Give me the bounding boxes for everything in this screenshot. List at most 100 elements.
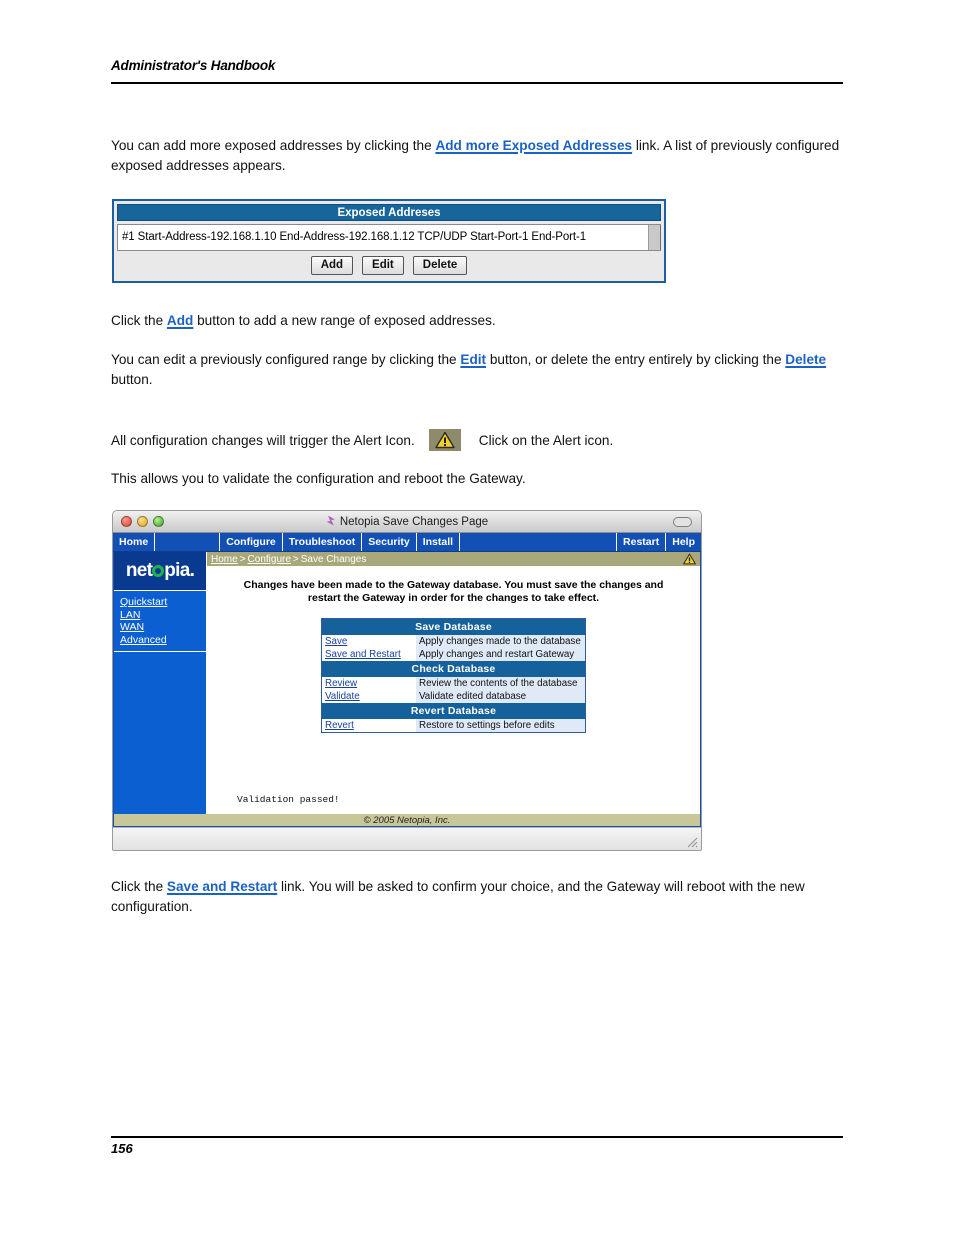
alert-icon bbox=[428, 429, 461, 451]
exposed-addresses-button-row: Add Edit Delete bbox=[117, 256, 661, 275]
running-head: Administrator's Handbook bbox=[111, 58, 276, 73]
nav-item-restart[interactable]: Restart bbox=[616, 533, 666, 551]
exposed-addresses-panel: Exposed Addreses #1 Start-Address-192.16… bbox=[112, 199, 666, 283]
link-save-and-restart[interactable]: Save and Restart bbox=[325, 649, 401, 660]
page-footer: © 2005 Netopia, Inc. bbox=[113, 814, 701, 827]
exposed-addresses-listbox[interactable]: #1 Start-Address-192.168.1.10 End-Addres… bbox=[117, 224, 661, 251]
logo-text-pre: net bbox=[125, 560, 153, 581]
cell-link-save: Save bbox=[321, 635, 416, 648]
paragraph-add: Click the Add button to add a new range … bbox=[111, 311, 845, 331]
alert-triangle-icon bbox=[435, 431, 455, 449]
nav-item-configure[interactable]: Configure bbox=[220, 533, 283, 551]
section-header-revert-database: Revert Database bbox=[321, 703, 586, 719]
save-changes-notice: Changes have been made to the Gateway da… bbox=[207, 566, 700, 605]
paragraph-alert-text-a: All configuration changes will trigger t… bbox=[111, 433, 415, 448]
link-add[interactable]: Add bbox=[167, 313, 193, 328]
paragraph-allows: This allows you to validate the configur… bbox=[111, 471, 526, 486]
cell-link-validate: Validate bbox=[321, 690, 416, 703]
window-statusbar bbox=[113, 827, 701, 850]
sidebar-item-wan[interactable]: WAN bbox=[120, 621, 206, 634]
netopia-logo-text: net pia. bbox=[125, 560, 195, 582]
table-section-header-row: Revert Database bbox=[321, 703, 586, 719]
exposed-addresses-scrollbar[interactable] bbox=[648, 225, 661, 250]
add-button[interactable]: Add bbox=[310, 256, 354, 275]
delete-button[interactable]: Delete bbox=[412, 256, 468, 275]
notice-line-2: restart the Gateway in order for the cha… bbox=[307, 592, 600, 604]
validation-message: Validation passed! bbox=[237, 794, 340, 805]
link-edit[interactable]: Edit bbox=[460, 352, 486, 367]
nav-item-home[interactable]: Home bbox=[113, 533, 156, 551]
nav-item-help[interactable]: Help bbox=[665, 533, 701, 551]
table-row: Save Apply changes made to the database bbox=[321, 635, 586, 648]
logo-text-post: pia. bbox=[164, 560, 195, 581]
breadcrumb-sep-1: > bbox=[239, 553, 246, 565]
site-sidebar: net pia. Quickstart LAN WAN Advanced bbox=[114, 552, 207, 814]
paragraph-intro: You can add more exposed addresses by cl… bbox=[111, 136, 845, 176]
site-navbar: Home Configure Troubleshoot Security Ins… bbox=[113, 533, 701, 552]
paragraph-edit-text-b: button, or delete the entry entirely by … bbox=[486, 352, 786, 367]
table-row: Revert Restore to settings before edits bbox=[321, 719, 586, 733]
breadcrumb-bar: Home > Configure > Save Changes bbox=[207, 552, 700, 566]
sidebar-item-quickstart[interactable]: Quickstart bbox=[120, 596, 206, 609]
page-number: 156 bbox=[111, 1141, 133, 1156]
breadcrumb-home[interactable]: Home bbox=[211, 554, 238, 565]
window-titlebar: Netopia Save Changes Page bbox=[113, 511, 701, 533]
cell-desc-revert: Restore to settings before edits bbox=[416, 719, 586, 733]
nav-spacer bbox=[460, 533, 617, 551]
link-save[interactable]: Save bbox=[325, 636, 347, 647]
table-section-header-row: Check Database bbox=[321, 661, 586, 677]
paragraph-alert-icon: All configuration changes will trigger t… bbox=[111, 429, 751, 451]
nav-item-security[interactable]: Security bbox=[362, 533, 417, 551]
link-save-and-restart-doc[interactable]: Save and Restart bbox=[167, 879, 277, 894]
table-section-header-row: Save Database bbox=[321, 618, 586, 635]
link-delete[interactable]: Delete bbox=[785, 352, 826, 367]
browser-window-screenshot: Netopia Save Changes Page Home Configure… bbox=[112, 510, 702, 851]
cell-link-save-and-restart: Save and Restart bbox=[321, 648, 416, 661]
logo-ring-icon bbox=[152, 565, 165, 577]
paragraph-add-text-a: Click the bbox=[111, 313, 167, 328]
paragraph-edit-delete: You can edit a previously configured ran… bbox=[111, 350, 845, 390]
link-validate[interactable]: Validate bbox=[325, 691, 360, 702]
netopia-favicon-icon bbox=[326, 515, 335, 526]
table-row: Save and Restart Apply changes and resta… bbox=[321, 648, 586, 661]
breadcrumb-current: Save Changes bbox=[300, 553, 367, 565]
exposed-addresses-title: Exposed Addreses bbox=[117, 204, 661, 221]
breadcrumb-alert-icon[interactable] bbox=[683, 553, 696, 565]
window-title: Netopia Save Changes Page bbox=[339, 515, 489, 528]
page-content-row: net pia. Quickstart LAN WAN Advanced Home… bbox=[113, 552, 701, 814]
link-review[interactable]: Review bbox=[325, 678, 357, 689]
notice-line-1: Changes have been made to the Gateway da… bbox=[243, 579, 664, 591]
sidebar-item-lan[interactable]: LAN bbox=[120, 609, 206, 622]
breadcrumb-configure[interactable]: Configure bbox=[248, 554, 291, 565]
sidebar-filler bbox=[114, 652, 206, 814]
header-rule bbox=[111, 82, 843, 84]
section-header-check-database: Check Database bbox=[321, 661, 586, 677]
nav-item-install[interactable]: Install bbox=[416, 533, 461, 551]
table-row: Review Review the contents of the databa… bbox=[321, 677, 586, 690]
cell-link-review: Review bbox=[321, 677, 416, 690]
toolbar-toggle-icon[interactable] bbox=[673, 516, 692, 527]
nav-gap bbox=[155, 533, 221, 551]
cell-desc-review: Review the contents of the database bbox=[416, 677, 586, 690]
netopia-logo: net pia. bbox=[114, 552, 206, 591]
cell-link-revert: Revert bbox=[321, 719, 416, 733]
link-add-more-exposed-addresses[interactable]: Add more Exposed Addresses bbox=[435, 138, 632, 153]
breadcrumb: Home > Configure > Save Changes bbox=[211, 554, 366, 565]
paragraph-last-text-a: Click the bbox=[111, 879, 167, 894]
paragraph-add-text-b: button to add a new range of exposed add… bbox=[193, 313, 496, 328]
cell-desc-save: Apply changes made to the database bbox=[416, 635, 586, 648]
main-column: Home > Configure > Save Changes Changes have… bbox=[207, 552, 700, 814]
paragraph-alert-text-b: Click on the Alert icon. bbox=[478, 433, 614, 448]
nav-item-troubleshoot[interactable]: Troubleshoot bbox=[282, 533, 363, 551]
link-revert[interactable]: Revert bbox=[325, 720, 354, 731]
sidebar-link-list: Quickstart LAN WAN Advanced bbox=[114, 591, 206, 652]
resize-grip-icon[interactable] bbox=[686, 836, 698, 848]
edit-button[interactable]: Edit bbox=[362, 256, 404, 275]
exposed-address-entry[interactable]: #1 Start-Address-192.168.1.10 End-Addres… bbox=[118, 225, 648, 250]
cell-desc-validate: Validate edited database bbox=[416, 690, 586, 703]
sidebar-item-advanced[interactable]: Advanced bbox=[120, 634, 206, 647]
cell-desc-save-and-restart: Apply changes and restart Gateway bbox=[416, 648, 586, 661]
paragraph-edit-text-a: You can edit a previously configured ran… bbox=[111, 352, 461, 367]
table-row: Validate Validate edited database bbox=[321, 690, 586, 703]
page-header: Administrator's Handbook bbox=[111, 58, 843, 73]
